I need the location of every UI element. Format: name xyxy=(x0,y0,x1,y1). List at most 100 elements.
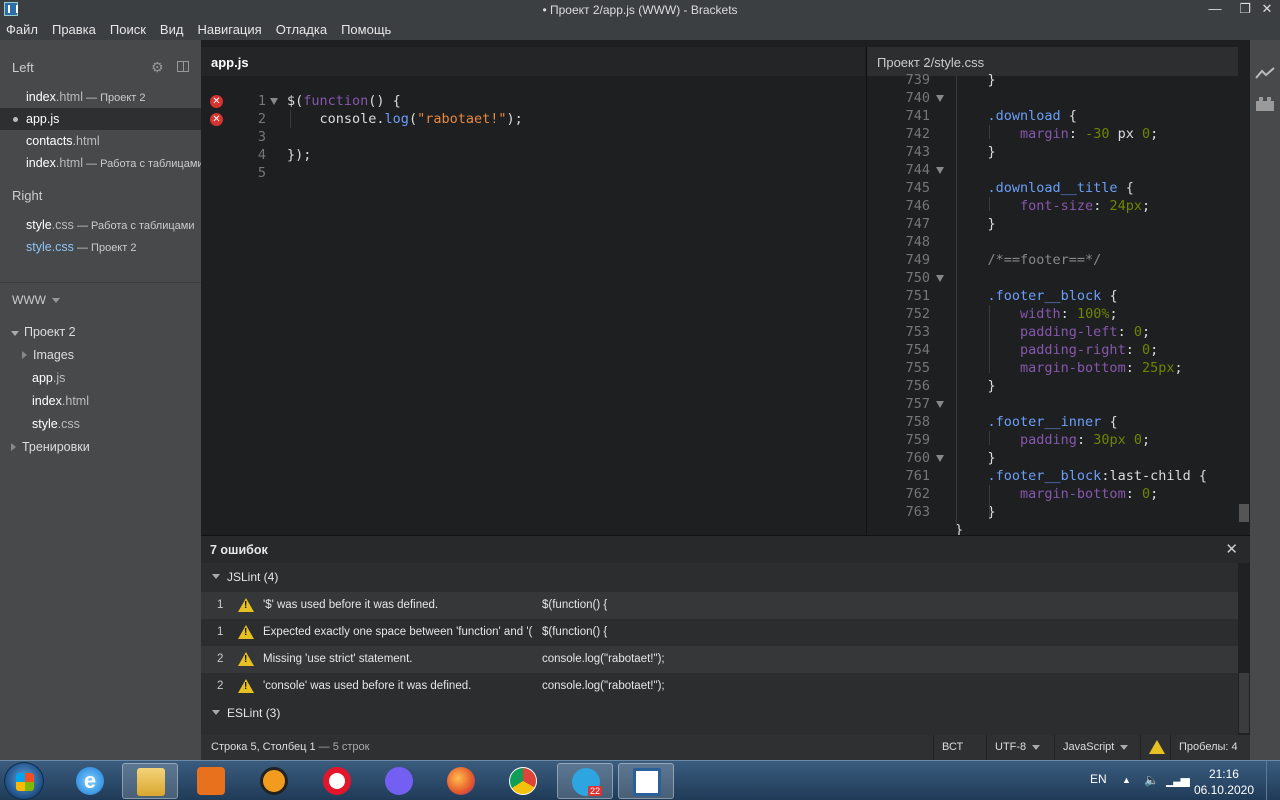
line-number: 753 xyxy=(905,324,930,340)
close-window-button[interactable]: ✕ xyxy=(1252,0,1280,20)
insert-mode-toggle[interactable]: ВСТ xyxy=(933,735,971,760)
extension-manager-icon[interactable] xyxy=(1255,96,1275,112)
menu-view[interactable]: Вид xyxy=(153,20,191,40)
taskbar-firefox[interactable] xyxy=(433,763,489,799)
language-indicator[interactable]: EN xyxy=(1090,772,1107,786)
taskbar-media[interactable] xyxy=(183,763,239,799)
volume-icon[interactable]: 🔈 xyxy=(1144,773,1159,787)
line-number: 750 xyxy=(905,270,930,286)
problem-row[interactable]: 2'console' was used before it was define… xyxy=(201,673,1238,700)
working-file-item[interactable]: style.css — Проект 2 xyxy=(0,236,201,258)
fold-arrow-icon[interactable] xyxy=(936,401,944,408)
fold-arrow-icon[interactable] xyxy=(936,167,944,174)
line-number: 1 xyxy=(257,93,266,109)
taskbar-ie[interactable]: e xyxy=(62,763,118,799)
working-file-item[interactable]: index.html — Работа с таблицами xyxy=(0,152,201,174)
menu-edit[interactable]: Правка xyxy=(45,20,103,40)
line-number: 752 xyxy=(905,306,930,322)
tree-file[interactable]: app.js xyxy=(0,367,201,389)
line-number: 742 xyxy=(905,126,930,142)
start-button[interactable] xyxy=(4,762,44,800)
menu-help[interactable]: Помощь xyxy=(334,20,398,40)
working-file-item[interactable]: contacts.html xyxy=(0,130,201,152)
network-signal-icon[interactable]: ▁▃▅ xyxy=(1166,773,1190,787)
warning-icon xyxy=(238,679,254,693)
minimize-button[interactable]: — xyxy=(1200,0,1230,20)
problem-row[interactable]: 2Missing 'use strict' statement.console.… xyxy=(201,646,1238,673)
line-number: 751 xyxy=(905,288,930,304)
taskbar-aimp[interactable] xyxy=(246,763,302,799)
fold-arrow-icon[interactable] xyxy=(936,95,944,102)
title-bar: • Проект 2/app.js (WWW) - Brackets — ❐ ✕ xyxy=(0,0,1280,20)
chevron-right-icon xyxy=(22,351,27,359)
menu-find[interactable]: Поиск xyxy=(103,20,153,40)
language-dropdown[interactable]: JavaScript xyxy=(1054,735,1140,760)
menu-bar: Файл Правка Поиск Вид Навигация Отладка Помощь xyxy=(0,20,1280,40)
taskbar-opera[interactable] xyxy=(309,763,365,799)
line-number: 4 xyxy=(257,147,266,163)
eslint-group[interactable]: ESLint (3) xyxy=(201,702,1238,724)
line-number: 745 xyxy=(905,180,930,196)
project-dropdown[interactable]: WWW xyxy=(12,293,60,307)
chevron-down-icon xyxy=(212,574,220,579)
working-set-right-header: Right xyxy=(12,188,43,203)
chevron-right-icon xyxy=(11,443,16,451)
line-number: 756 xyxy=(905,378,930,394)
taskbar-viber[interactable] xyxy=(371,763,427,799)
warning-icon xyxy=(238,625,254,639)
menu-debug[interactable]: Отладка xyxy=(269,20,334,40)
firefox-icon xyxy=(447,767,475,795)
fold-arrow-icon[interactable] xyxy=(270,98,278,105)
taskbar-telegram[interactable]: 22 xyxy=(557,763,613,799)
problem-row[interactable]: 1Expected exactly one space between 'fun… xyxy=(201,619,1238,646)
working-file-item[interactable]: index.html — Проект 2 xyxy=(0,86,201,108)
indent-setting[interactable]: Пробелы: 4 xyxy=(1170,735,1250,760)
line-number: 748 xyxy=(905,234,930,250)
line-number: 757 xyxy=(905,396,930,412)
indent-guide xyxy=(956,76,957,526)
close-panel-button[interactable]: ✕ xyxy=(1225,540,1238,558)
problem-row[interactable]: 1'$' was used before it was defined.$(fu… xyxy=(201,592,1238,619)
line-number: 749 xyxy=(905,252,930,268)
fold-arrow-icon[interactable] xyxy=(936,455,944,462)
tree-file[interactable]: index.html xyxy=(0,390,201,412)
show-desktop-button[interactable] xyxy=(1266,761,1280,800)
encoding-dropdown[interactable]: UTF-8 xyxy=(986,735,1054,760)
tree-folder-trainings[interactable]: Тренировки xyxy=(0,436,201,458)
fold-arrow-icon[interactable] xyxy=(936,275,944,282)
tray-expand-icon[interactable]: ▲ xyxy=(1122,775,1131,785)
indent-guide xyxy=(989,305,990,373)
scrollbar-thumb[interactable] xyxy=(1239,673,1249,733)
jslint-group[interactable]: JSLint (4) xyxy=(201,566,1238,588)
taskbar-brackets[interactable] xyxy=(618,763,674,799)
gear-icon[interactable]: ⚙ xyxy=(151,59,164,76)
working-file-item[interactable]: style.css — Работа с таблицами xyxy=(0,214,201,236)
system-tray: EN ▲ 🔈 ▁▃▅ 21:16 06.10.2020 xyxy=(1080,761,1280,800)
line-number: 2 xyxy=(257,111,266,127)
line-number: 746 xyxy=(905,198,930,214)
split-view-icon[interactable] xyxy=(177,61,189,72)
live-preview-icon[interactable] xyxy=(1255,66,1275,80)
brackets-icon xyxy=(633,768,661,796)
tree-folder-images[interactable]: Images xyxy=(0,344,201,366)
menu-file[interactable]: Файл xyxy=(0,20,45,40)
menu-navigate[interactable]: Навигация xyxy=(190,20,268,40)
taskbar-explorer[interactable] xyxy=(122,763,178,799)
tree-file[interactable]: style.css xyxy=(0,413,201,435)
divider xyxy=(0,282,201,283)
internet-explorer-icon: e xyxy=(76,767,104,795)
left-pane-tab[interactable]: app.js xyxy=(201,47,865,76)
working-file-item-active[interactable]: app.js xyxy=(0,108,201,130)
indent-guide xyxy=(989,125,990,139)
clock[interactable]: 21:16 06.10.2020 xyxy=(1194,766,1254,798)
taskbar-chrome[interactable] xyxy=(495,763,551,799)
panel-scrollbar[interactable] xyxy=(1238,563,1250,735)
tree-folder-project[interactable]: Проект 2 xyxy=(0,321,201,343)
scrollbar-thumb[interactable] xyxy=(1239,504,1249,522)
line-number: 754 xyxy=(905,342,930,358)
media-player-icon xyxy=(197,767,225,795)
lint-warning-icon[interactable] xyxy=(1140,735,1170,760)
line-number: 740 xyxy=(905,90,930,106)
problems-title: 7 ошибок xyxy=(201,535,1250,563)
right-pane-scrollbar[interactable] xyxy=(1238,47,1250,535)
